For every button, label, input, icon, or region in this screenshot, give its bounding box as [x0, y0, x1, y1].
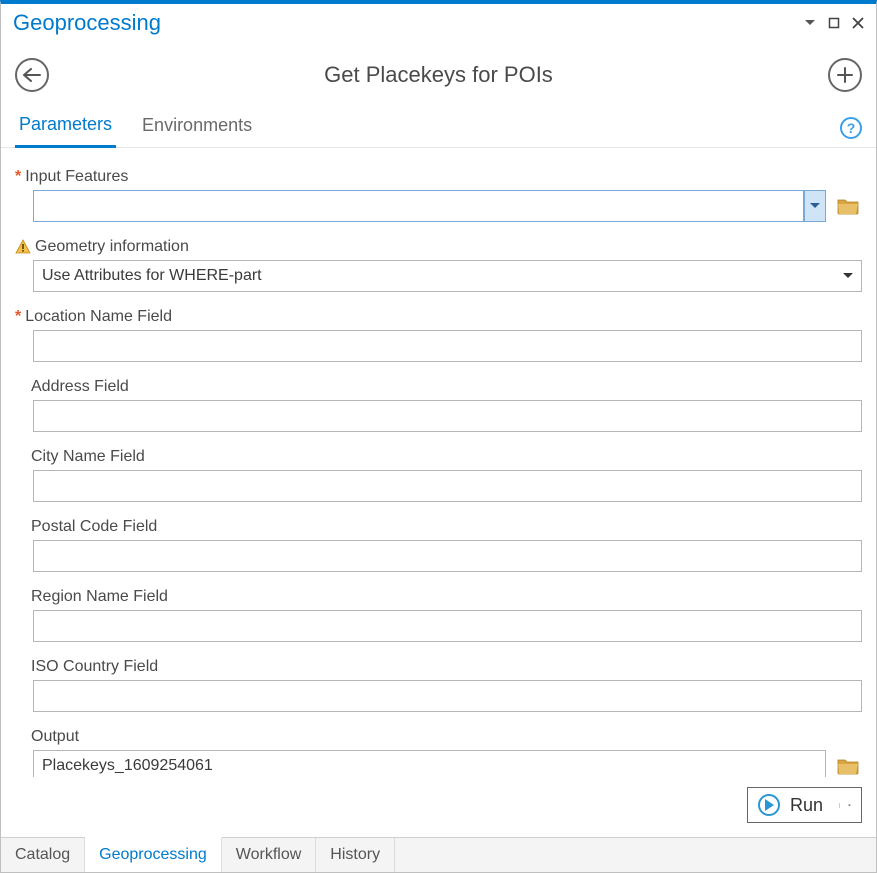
back-button[interactable]	[15, 58, 49, 92]
menu-dropdown-icon[interactable]	[802, 15, 818, 31]
tab-parameters[interactable]: Parameters	[15, 108, 116, 148]
maximize-icon[interactable]	[826, 15, 842, 31]
label-input-features: Input Features	[25, 168, 128, 186]
label-city: City Name Field	[31, 448, 145, 466]
chevron-down-icon	[839, 267, 857, 285]
field-postal: Postal Code Field	[15, 518, 862, 572]
postal-input[interactable]	[33, 540, 862, 572]
play-icon	[758, 794, 780, 816]
pane-title: Geoprocessing	[13, 10, 161, 36]
label-output: Output	[31, 728, 79, 746]
output-input[interactable]	[33, 750, 826, 777]
geometry-information-select[interactable]: Use Attributes for WHERE-part	[33, 260, 862, 292]
window-controls	[802, 15, 866, 31]
run-button[interactable]: Run	[747, 787, 862, 823]
run-button-label: Run	[790, 795, 823, 816]
required-marker-icon: *	[15, 309, 21, 325]
tool-header: Get Placekeys for POIs	[1, 40, 876, 102]
titlebar: Geoprocessing	[1, 4, 876, 40]
label-location-name: Location Name Field	[25, 308, 172, 326]
field-address: Address Field	[15, 378, 862, 432]
bottom-tabstrip: Catalog Geoprocessing Workflow History	[1, 837, 876, 872]
tab-environments[interactable]: Environments	[138, 109, 256, 146]
open-another-tool-button[interactable]	[828, 58, 862, 92]
label-postal: Postal Code Field	[31, 518, 157, 536]
browse-output-button[interactable]	[834, 750, 862, 777]
city-input[interactable]	[33, 470, 862, 502]
help-icon[interactable]: ?	[840, 117, 862, 139]
tool-title: Get Placekeys for POIs	[49, 62, 828, 88]
iso-country-input[interactable]	[33, 680, 862, 712]
label-region: Region Name Field	[31, 588, 168, 606]
warning-icon	[15, 239, 31, 255]
close-icon[interactable]	[850, 15, 866, 31]
region-input[interactable]	[33, 610, 862, 642]
label-iso-country: ISO Country Field	[31, 658, 158, 676]
field-output: Output	[15, 728, 862, 777]
field-geometry-information: Geometry information Use Attributes for …	[15, 238, 862, 292]
field-input-features: * Input Features	[15, 168, 862, 222]
input-features-input[interactable]	[33, 190, 804, 222]
bottom-tab-geoprocessing[interactable]: Geoprocessing	[85, 837, 222, 872]
browse-input-features-button[interactable]	[834, 190, 862, 222]
field-iso-country: ISO Country Field	[15, 658, 862, 712]
run-dropdown-icon[interactable]	[839, 803, 851, 808]
tool-tabs: Parameters Environments ?	[1, 102, 876, 148]
address-input[interactable]	[33, 400, 862, 432]
location-name-input[interactable]	[33, 330, 862, 362]
bottom-tab-history[interactable]: History	[316, 838, 395, 872]
label-geometry-information: Geometry information	[35, 238, 189, 256]
geoprocessing-pane: Geoprocessing Get Placekeys for POIs Par…	[0, 0, 877, 873]
input-features-dropdown-icon[interactable]	[804, 190, 826, 222]
required-marker-icon: *	[15, 169, 21, 185]
field-city: City Name Field	[15, 448, 862, 502]
bottom-tab-workflow[interactable]: Workflow	[222, 838, 317, 872]
parameters-form: * Input Features G	[1, 148, 876, 777]
field-location-name: * Location Name Field	[15, 308, 862, 362]
input-features-combo[interactable]	[33, 190, 826, 222]
field-region: Region Name Field	[15, 588, 862, 642]
bottom-tab-catalog[interactable]: Catalog	[1, 838, 85, 872]
geometry-information-value: Use Attributes for WHERE-part	[42, 267, 262, 285]
label-address: Address Field	[31, 378, 129, 396]
run-row: Run	[1, 777, 876, 837]
